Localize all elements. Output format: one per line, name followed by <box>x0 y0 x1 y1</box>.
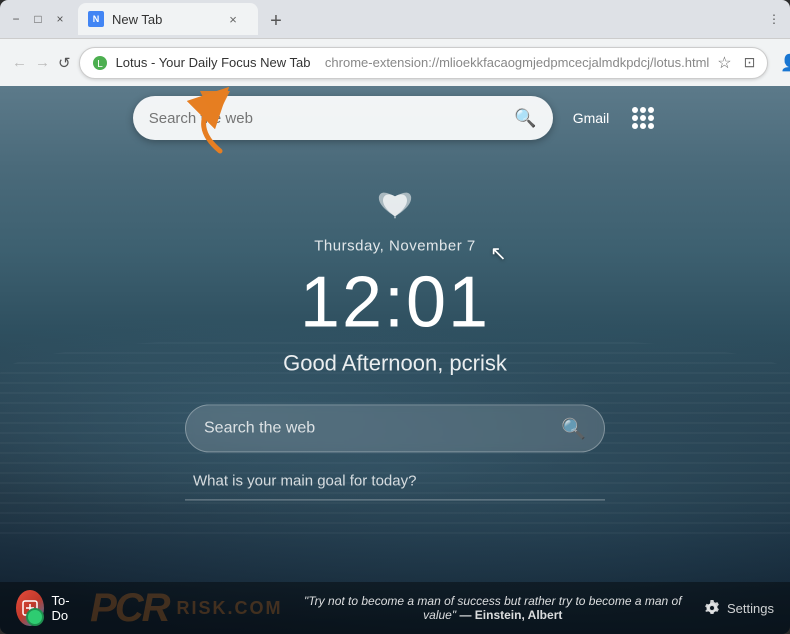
top-search-area: 🔍 Gmail <box>0 96 790 140</box>
greeting-text: Good Afternoon, pcrisk <box>283 350 507 376</box>
todo-button[interactable]: To-Do <box>16 590 78 626</box>
todo-label: To-Do <box>52 593 79 623</box>
lotus-icon <box>375 188 415 225</box>
svg-text:L: L <box>97 59 103 70</box>
bookmark-star-icon[interactable]: ☆ <box>717 53 731 73</box>
refresh-button[interactable]: ↺ <box>58 49 71 77</box>
minimize-button[interactable]: − <box>8 11 24 27</box>
watermark-site: RISK.COM <box>177 598 283 619</box>
quote-author: — Einstein, Albert <box>459 608 562 622</box>
settings-icon[interactable]: ⋮ <box>766 11 782 27</box>
top-search-bar[interactable]: 🔍 <box>133 96 553 140</box>
watermark: PCR RISK.COM <box>90 586 282 631</box>
browser-frame: − □ × N New Tab × + ⋮ ← → ↺ L Lotus - Yo… <box>0 0 790 634</box>
main-search-icon: 🔍 <box>561 416 586 441</box>
extensions-icon[interactable]: ⊡ <box>744 54 756 71</box>
gmail-link[interactable]: Gmail <box>573 110 610 126</box>
tab-favicon: N <box>88 11 104 27</box>
app-dot <box>640 123 646 129</box>
top-search-input[interactable] <box>149 110 507 127</box>
profile-icon[interactable]: 👤 <box>776 49 790 77</box>
app-dot <box>648 123 654 129</box>
page-content: 🔍 Gmail <box>0 86 790 634</box>
watermark-logo: PCR <box>90 586 168 631</box>
app-dot <box>632 123 638 129</box>
title-bar-right: ⋮ <box>766 11 782 27</box>
apps-grid-button[interactable] <box>629 104 657 132</box>
app-dot <box>648 107 654 113</box>
date-display: Thursday, November 7 <box>314 237 475 254</box>
url-text: Lotus - Your Daily Focus New Tab chrome-… <box>116 55 710 70</box>
main-search-placeholder: Search the web <box>204 419 551 437</box>
bottom-bar: To-Do PCR RISK.COM "Try not to become a … <box>0 582 790 634</box>
close-button[interactable]: × <box>52 11 68 27</box>
title-bar: − □ × N New Tab × + ⋮ <box>0 0 790 38</box>
app-dot <box>640 107 646 113</box>
url-full: chrome-extension://mlioekkfacaogmjedpmce… <box>325 55 709 70</box>
settings-label: Settings <box>727 601 774 616</box>
goal-label: What is your main goal for today? <box>185 472 605 489</box>
address-bar-right: 👤 ⋮ <box>776 49 790 77</box>
tab-label: New Tab <box>112 12 162 27</box>
main-search-bar[interactable]: Search the web 🔍 <box>185 404 605 452</box>
top-search-icon[interactable]: 🔍 <box>514 108 536 129</box>
forward-button[interactable]: → <box>35 49 50 77</box>
address-bar: ← → ↺ L Lotus - Your Daily Focus New Tab… <box>0 38 790 86</box>
new-tab-button[interactable]: + <box>262 7 290 35</box>
quote-text: "Try not to become a man of success but … <box>295 594 692 622</box>
goal-underline <box>185 499 605 500</box>
active-tab[interactable]: N New Tab × <box>78 3 258 35</box>
goal-area: What is your main goal for today? <box>185 472 605 500</box>
tab-bar: N New Tab × + <box>74 3 760 35</box>
settings-button[interactable]: Settings <box>703 599 774 617</box>
url-friendly: Lotus - Your Daily Focus New Tab <box>116 55 311 70</box>
page-favicon: L <box>92 55 108 71</box>
app-dot <box>648 115 654 121</box>
url-bar[interactable]: L Lotus - Your Daily Focus New Tab chrom… <box>79 47 769 79</box>
app-dot <box>632 115 638 121</box>
app-dot <box>632 107 638 113</box>
app-dot <box>640 115 646 121</box>
todo-icon <box>16 590 44 626</box>
center-content: Thursday, November 7 12:01 Good Afternoo… <box>185 188 605 500</box>
back-button[interactable]: ← <box>12 49 27 77</box>
maximize-button[interactable]: □ <box>30 11 46 27</box>
tab-close-button[interactable]: × <box>224 10 242 28</box>
window-controls: − □ × <box>8 11 68 27</box>
clock-display: 12:01 <box>300 266 490 338</box>
